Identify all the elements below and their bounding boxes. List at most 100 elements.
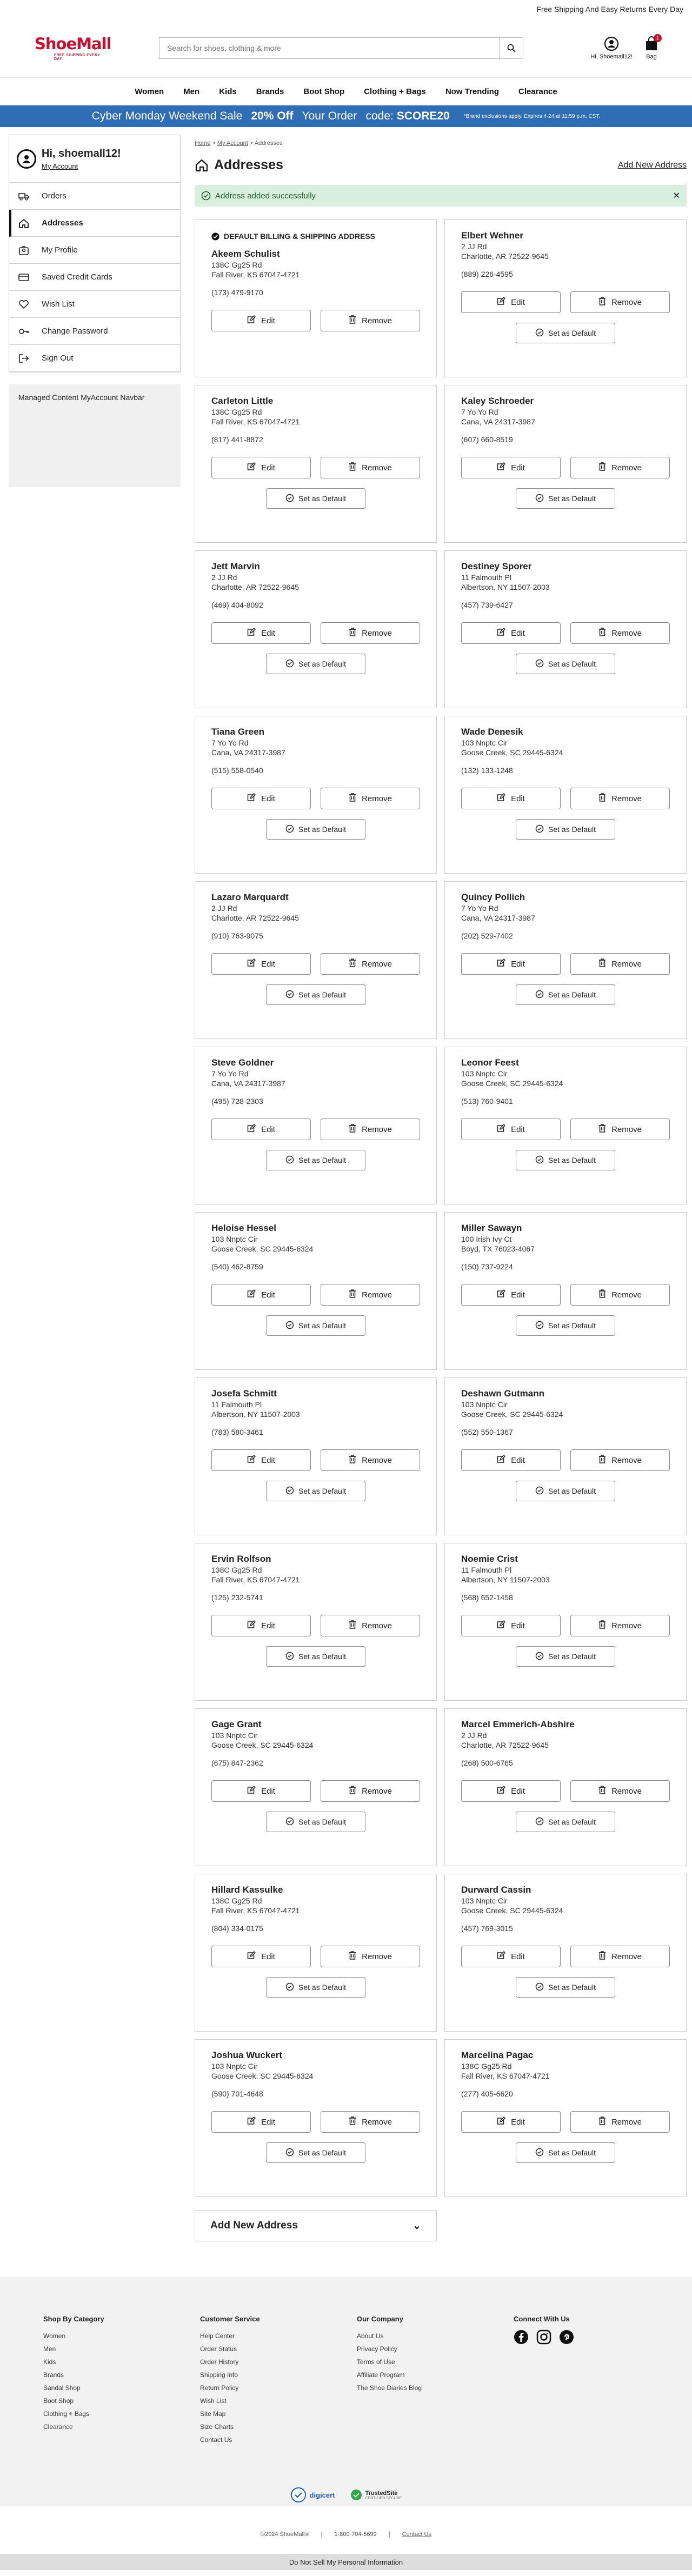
edit-button[interactable]: Edit xyxy=(211,310,311,331)
set-default-button[interactable]: Set as Default xyxy=(266,1977,365,1998)
footer-link[interactable]: Boot Shop xyxy=(43,2394,200,2407)
remove-button[interactable]: Remove xyxy=(570,1119,670,1140)
sidebar-item-change-password[interactable]: Change Password xyxy=(9,318,180,345)
remove-button[interactable]: Remove xyxy=(321,1119,420,1140)
remove-button[interactable]: Remove xyxy=(321,310,420,331)
edit-button[interactable]: Edit xyxy=(211,1615,311,1636)
edit-button[interactable]: Edit xyxy=(211,1119,311,1140)
footer-link[interactable]: Terms of Use xyxy=(357,2355,514,2368)
footer-link[interactable]: About Us xyxy=(357,2329,514,2342)
edit-button[interactable]: Edit xyxy=(461,291,561,313)
set-default-button[interactable]: Set as Default xyxy=(516,654,615,674)
nav-item-kids[interactable]: Kids xyxy=(219,87,237,96)
footer-link[interactable]: Brands xyxy=(43,2368,200,2381)
footer-link[interactable]: Privacy Policy xyxy=(357,2342,514,2355)
remove-button[interactable]: Remove xyxy=(570,1449,670,1471)
set-default-button[interactable]: Set as Default xyxy=(516,1646,615,1667)
edit-button[interactable]: Edit xyxy=(461,1119,561,1140)
edit-button[interactable]: Edit xyxy=(211,1780,311,1802)
remove-button[interactable]: Remove xyxy=(570,622,670,644)
edit-button[interactable]: Edit xyxy=(461,1449,561,1471)
edit-button[interactable]: Edit xyxy=(211,622,311,644)
trustedsite-badge[interactable]: TrustedSite CERTIFIED SECURE xyxy=(350,2489,402,2501)
remove-button[interactable]: Remove xyxy=(321,2111,420,2133)
set-default-button[interactable]: Set as Default xyxy=(516,984,615,1005)
edit-button[interactable]: Edit xyxy=(461,1615,561,1636)
remove-button[interactable]: Remove xyxy=(570,1946,670,1967)
edit-button[interactable]: Edit xyxy=(461,1946,561,1967)
facebook-icon[interactable] xyxy=(514,2329,529,2345)
promo-banner[interactable]: Cyber Monday Weekend Sale 20% Off Your O… xyxy=(0,105,692,127)
footer-link[interactable]: Clearance xyxy=(43,2420,200,2433)
remove-button[interactable]: Remove xyxy=(570,788,670,809)
set-default-button[interactable]: Set as Default xyxy=(266,819,365,840)
footer-link[interactable]: Site Map xyxy=(200,2407,357,2420)
remove-button[interactable]: Remove xyxy=(321,1780,420,1802)
remove-button[interactable]: Remove xyxy=(321,1946,420,1967)
remove-button[interactable]: Remove xyxy=(570,1284,670,1306)
my-account-link[interactable]: My Account xyxy=(42,162,78,170)
sidebar-item-orders[interactable]: Orders xyxy=(9,183,180,210)
remove-button[interactable]: Remove xyxy=(321,1615,420,1636)
footer-link[interactable]: Affiliate Program xyxy=(357,2368,514,2381)
edit-button[interactable]: Edit xyxy=(211,457,311,478)
sidebar-item-sign-out[interactable]: Sign Out xyxy=(9,345,180,372)
set-default-button[interactable]: Set as Default xyxy=(516,323,615,343)
footer-phone[interactable]: 1-800-704-5699 xyxy=(334,2531,376,2538)
remove-button[interactable]: Remove xyxy=(570,1615,670,1636)
footer-link[interactable]: Clothing + Bags xyxy=(43,2407,200,2420)
edit-button[interactable]: Edit xyxy=(211,953,311,975)
instagram-icon[interactable] xyxy=(536,2329,551,2345)
digicert-badge[interactable]: digicert xyxy=(290,2487,335,2503)
remove-button[interactable]: Remove xyxy=(570,2111,670,2133)
footer-link[interactable]: Contact Us xyxy=(200,2433,357,2446)
set-default-button[interactable]: Set as Default xyxy=(516,819,615,840)
edit-button[interactable]: Edit xyxy=(211,1284,311,1306)
set-default-button[interactable]: Set as Default xyxy=(516,1315,615,1336)
nav-item-clothing-bags[interactable]: Clothing + Bags xyxy=(364,87,426,96)
breadcrumb-my-account[interactable]: My Account xyxy=(217,140,248,147)
footer-link[interactable]: Kids xyxy=(43,2355,200,2368)
add-new-address-link[interactable]: Add New Address xyxy=(618,161,687,170)
footer-link[interactable]: Wish List xyxy=(200,2394,357,2407)
remove-button[interactable]: Remove xyxy=(321,788,420,809)
account-menu[interactable]: Hi, Shoemall12! xyxy=(590,36,633,60)
pinterest-icon[interactable] xyxy=(559,2329,574,2345)
sidebar-item-addresses[interactable]: Addresses xyxy=(9,210,180,237)
set-default-button[interactable]: Set as Default xyxy=(266,2142,365,2163)
set-default-button[interactable]: Set as Default xyxy=(266,1646,365,1667)
bag-button[interactable]: 1 Bag xyxy=(644,34,662,60)
nav-item-women[interactable]: Women xyxy=(135,87,164,96)
nav-item-boot-shop[interactable]: Boot Shop xyxy=(303,87,344,96)
edit-button[interactable]: Edit xyxy=(461,1284,561,1306)
remove-button[interactable]: Remove xyxy=(321,457,420,478)
set-default-button[interactable]: Set as Default xyxy=(266,654,365,674)
footer-link[interactable]: Shipping Info xyxy=(200,2368,357,2381)
sidebar-item-wish-list[interactable]: Wish List xyxy=(9,291,180,318)
breadcrumb-home[interactable]: Home xyxy=(195,140,210,147)
set-default-button[interactable]: Set as Default xyxy=(266,984,365,1005)
search-input[interactable] xyxy=(159,37,499,58)
set-default-button[interactable]: Set as Default xyxy=(516,1150,615,1170)
search-button[interactable] xyxy=(499,37,523,59)
footer-link[interactable]: Women xyxy=(43,2329,200,2342)
nav-item-brands[interactable]: Brands xyxy=(256,87,284,96)
footer-link[interactable]: Order Status xyxy=(200,2342,357,2355)
set-default-button[interactable]: Set as Default xyxy=(266,1812,365,1832)
edit-button[interactable]: Edit xyxy=(211,2111,311,2133)
footer-link[interactable]: Help Center xyxy=(200,2329,357,2342)
nav-item-now-trending[interactable]: Now Trending xyxy=(445,87,499,96)
edit-button[interactable]: Edit xyxy=(211,1449,311,1471)
footer-link[interactable]: Size Charts xyxy=(200,2420,357,2433)
remove-button[interactable]: Remove xyxy=(321,1449,420,1471)
footer-link[interactable]: Return Policy xyxy=(200,2381,357,2394)
remove-button[interactable]: Remove xyxy=(570,291,670,313)
nav-item-clearance[interactable]: Clearance xyxy=(518,87,557,96)
remove-button[interactable]: Remove xyxy=(321,1284,420,1306)
footer-link[interactable]: Order History xyxy=(200,2355,357,2368)
set-default-button[interactable]: Set as Default xyxy=(266,1150,365,1170)
edit-button[interactable]: Edit xyxy=(461,788,561,809)
edit-button[interactable]: Edit xyxy=(461,622,561,644)
edit-button[interactable]: Edit xyxy=(211,1946,311,1967)
edit-button[interactable]: Edit xyxy=(461,1780,561,1802)
